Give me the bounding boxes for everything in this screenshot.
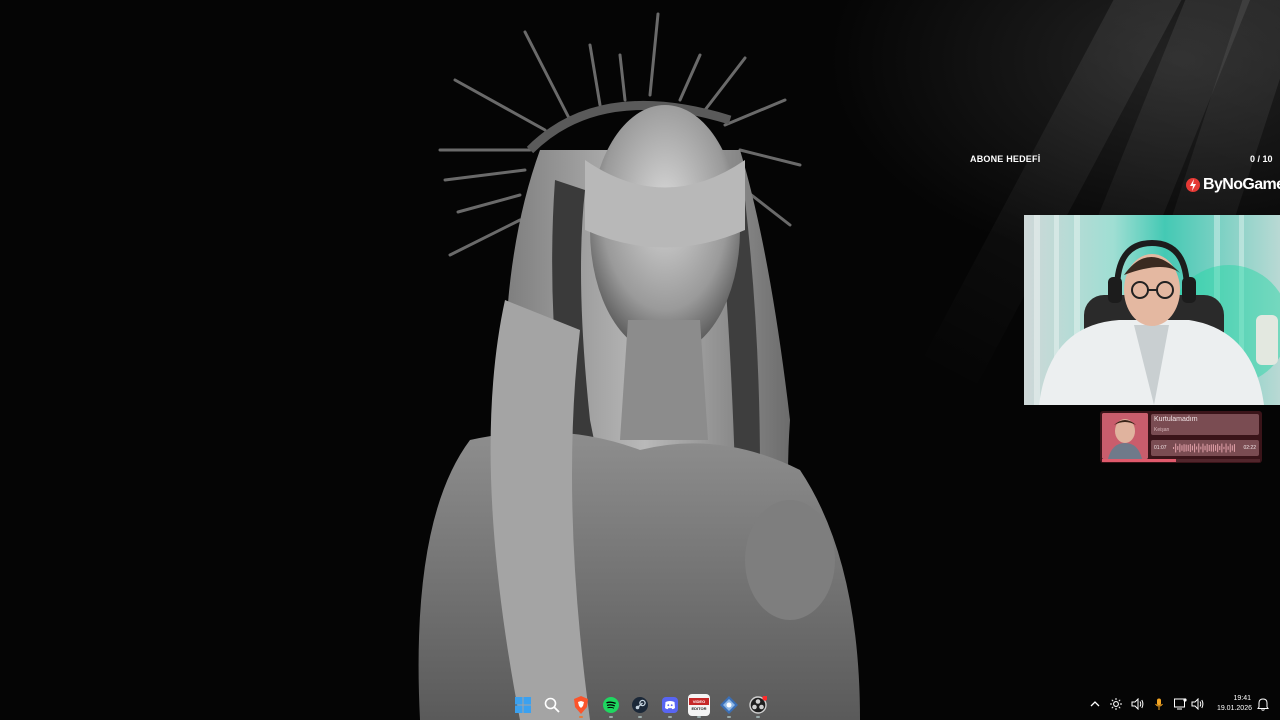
waveform-bar xyxy=(1204,445,1206,451)
waveform-bar xyxy=(1210,444,1212,452)
waveform-bar xyxy=(1194,443,1196,453)
album-art-image xyxy=(1102,413,1148,459)
waveform-bar xyxy=(1231,445,1233,451)
brightness-icon[interactable] xyxy=(1109,697,1123,711)
clock-time[interactable]: 19:41 xyxy=(1212,695,1251,702)
waveform-bar xyxy=(1191,445,1193,451)
webcam-person-image xyxy=(1034,215,1280,405)
waveform-bar xyxy=(1187,444,1189,452)
waveform-bar xyxy=(1225,443,1227,453)
waveform-bar xyxy=(1217,443,1219,453)
waveform-bar xyxy=(1185,444,1187,452)
waveform-bar xyxy=(1233,444,1235,452)
display-icon[interactable] xyxy=(1173,697,1187,711)
track-timeline: 01:07 02:22 xyxy=(1151,440,1259,456)
running-indicator xyxy=(638,716,642,718)
waveform-bar xyxy=(1208,444,1210,452)
clock-date[interactable]: 19.01.2026 xyxy=(1210,705,1252,712)
waveform-bar xyxy=(1206,443,1208,453)
brand-bolt-icon xyxy=(1186,178,1200,192)
running-indicator xyxy=(697,716,701,718)
track-progress-bar[interactable] xyxy=(1102,459,1260,462)
track-artist: Keişan xyxy=(1154,427,1170,433)
chevron-up-icon[interactable] xyxy=(1088,697,1102,711)
waveform-bar xyxy=(1173,447,1175,449)
subscriber-goal-count: 0 / 10 xyxy=(1250,154,1273,164)
brand-name: ByNoGame xyxy=(1203,176,1280,193)
total-time: 02:22 xyxy=(1243,445,1256,451)
subscriber-goal-title: ABONE HEDEFİ xyxy=(970,154,1041,164)
steam-icon[interactable] xyxy=(629,694,651,716)
waveform-bar xyxy=(1189,443,1191,453)
running-indicator xyxy=(609,716,613,718)
waveform-bar xyxy=(1223,446,1225,450)
waveform-bar xyxy=(1227,446,1229,450)
network-app-icon[interactable] xyxy=(718,694,740,716)
running-indicator xyxy=(668,716,672,718)
current-time: 01:07 xyxy=(1154,445,1167,451)
video-editor-icon[interactable]: VIDEO EDITOR xyxy=(688,694,710,716)
running-indicator xyxy=(727,716,731,718)
track-progress-fill xyxy=(1102,459,1177,462)
waveform-bar xyxy=(1221,443,1223,453)
waveform-bar xyxy=(1175,443,1177,453)
now-playing-widget: Kurtulamadım Keişan 01:07 02:22 xyxy=(1100,411,1262,463)
brand-logo: ByNoGame xyxy=(1186,175,1280,195)
obs-icon[interactable] xyxy=(747,694,769,716)
waveform-bar xyxy=(1229,443,1231,453)
waveform-bar xyxy=(1179,443,1181,453)
audio-waveform xyxy=(1173,443,1235,453)
waveform-bar xyxy=(1200,446,1202,450)
waveform-bar xyxy=(1181,445,1183,451)
track-info: Kurtulamadım Keişan xyxy=(1151,414,1259,435)
waveform-bar xyxy=(1212,444,1214,452)
windows-start-icon[interactable] xyxy=(512,694,534,716)
waveform-bar xyxy=(1215,445,1217,451)
speaker-icon[interactable] xyxy=(1190,697,1204,711)
waveform-bar xyxy=(1219,445,1221,451)
microphone-icon[interactable] xyxy=(1152,697,1166,711)
running-indicator xyxy=(756,716,760,718)
waveform-bar xyxy=(1177,446,1179,450)
running-indicator xyxy=(579,716,583,718)
volume-icon[interactable] xyxy=(1130,697,1144,711)
spotify-icon[interactable] xyxy=(600,694,622,716)
search-icon[interactable] xyxy=(541,694,563,716)
waveform-bar xyxy=(1183,444,1185,452)
waveform-bar xyxy=(1202,443,1204,453)
discord-icon[interactable] xyxy=(659,694,681,716)
track-title: Kurtulamadım xyxy=(1154,416,1198,423)
waveform-bar xyxy=(1198,443,1200,453)
waveform-bar xyxy=(1196,446,1198,450)
webcam-feed xyxy=(1024,215,1280,405)
notification-bell-icon[interactable] xyxy=(1256,697,1270,711)
brave-browser-icon[interactable] xyxy=(570,694,592,716)
